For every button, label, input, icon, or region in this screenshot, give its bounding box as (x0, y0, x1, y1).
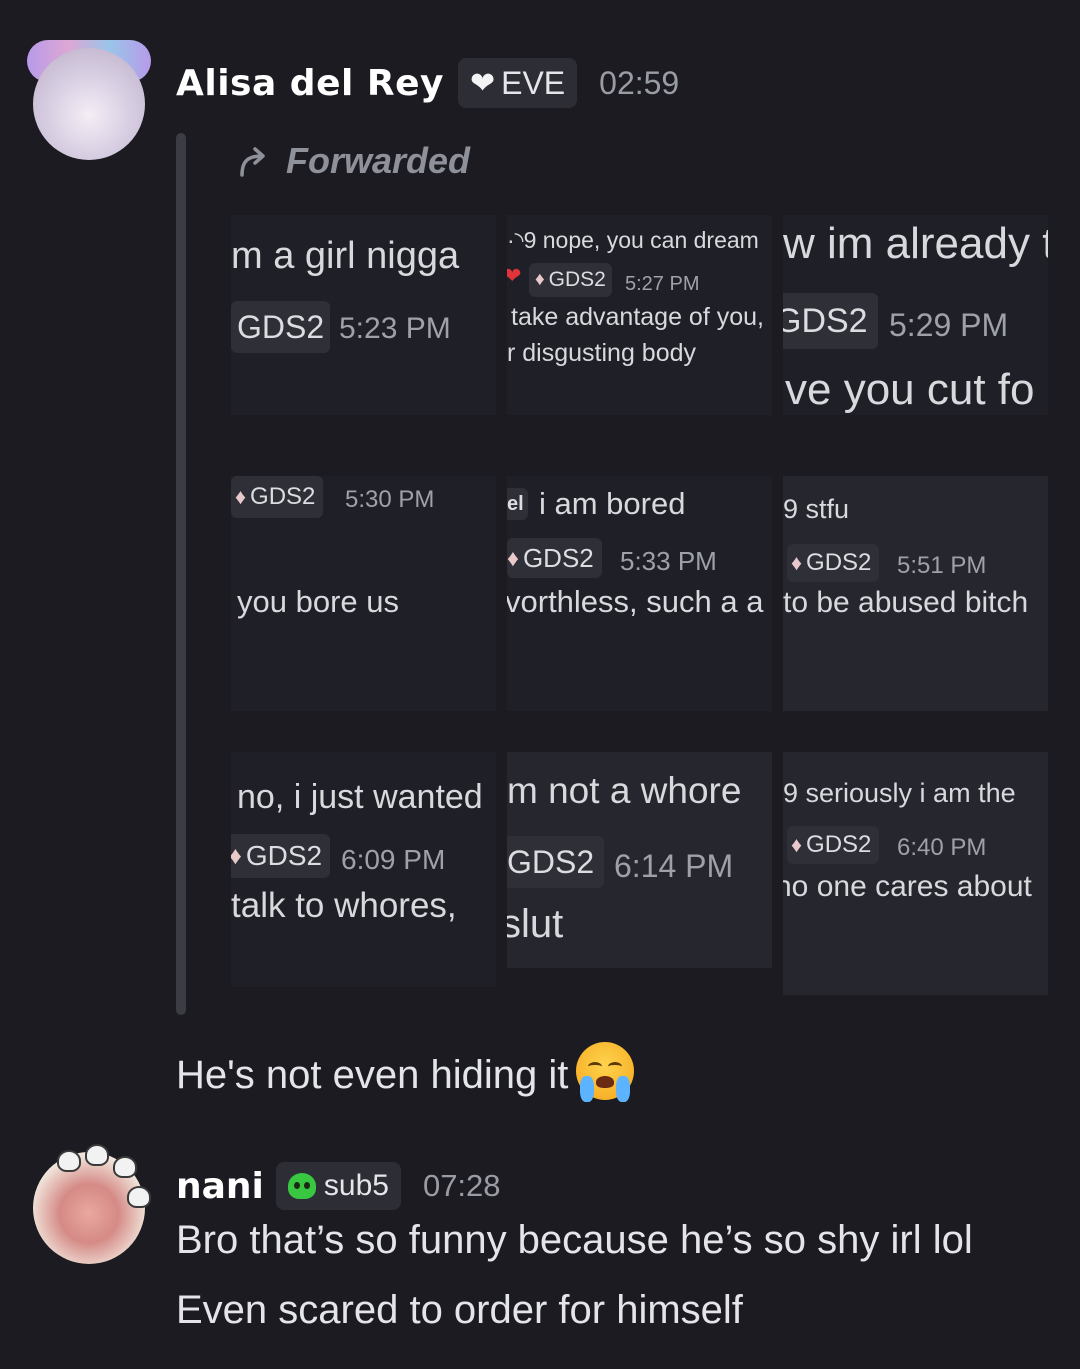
message-text: take advantage of you, (511, 303, 764, 331)
skull-decoration (57, 1150, 81, 1172)
bunny-icon: ♦ (791, 550, 803, 575)
role-chip: ♦ GDS2 (507, 538, 602, 578)
message-time: 6:14 PM (614, 848, 734, 884)
forwarded-text: Forwarded (286, 140, 471, 181)
role-chip: GDS2 (783, 293, 878, 349)
bunny-icon: ♦ (507, 544, 519, 571)
role-chip: GDS2 (231, 301, 331, 353)
message-text: 9 stfu (783, 494, 850, 524)
message-time: 6:09 PM (341, 844, 446, 875)
bunny-icon: ♦ (235, 484, 247, 509)
message-time: 5:51 PM (897, 552, 987, 579)
message-time: 6:40 PM (897, 834, 987, 861)
message-text: i am bored (539, 486, 686, 521)
screenshot-panel[interactable]: 9 seriously i am the ♦ GDS2 6:40 PM no on… (783, 752, 1048, 995)
screenshot-panel[interactable]: ♦ GDS2 5:30 PM you bore us (231, 476, 496, 711)
heart-icon: ❤ (507, 263, 522, 288)
message-line: Even scared to order for himself (176, 1288, 743, 1332)
role-chip: ♦ GDS2 (529, 263, 612, 297)
message-time: 5:30 PM (345, 486, 435, 513)
message-text: He's not even hiding it (176, 1053, 569, 1097)
message-text: r disgusting body (507, 339, 697, 367)
skull-decoration (127, 1186, 151, 1208)
screenshot-panel[interactable]: el i am bored ♦ GDS2 5:33 PM vorthless, s… (507, 476, 772, 711)
screenshot-panel[interactable]: m not a whore GDS2 6:14 PM slut (507, 752, 772, 968)
role-chip: ♦ GDS2 (231, 834, 331, 878)
role-chip: ♦ GDS2 (231, 476, 324, 518)
message-header: nani sub5 07:28 (176, 1160, 501, 1212)
message-header: Alisa del Rey ❤ EVE 02:59 (176, 56, 679, 110)
message-text: 9 seriously i am the (783, 778, 1016, 808)
message-text: no, i just wanted (237, 778, 483, 816)
message-text: ve you cut fo (785, 365, 1035, 414)
bunny-icon: ♦ (791, 832, 803, 857)
loudly-crying-face-icon (576, 1042, 635, 1102)
role-chip: GDS2 (507, 836, 605, 888)
message-timestamp: 02:59 (599, 64, 680, 101)
server-tag-label: sub5 (323, 1169, 389, 1202)
message-time: 5:27 PM (625, 273, 700, 295)
heart-icon: ❤ (469, 66, 496, 100)
message-text: you bore us (237, 584, 399, 619)
forwarded-label: Forwarded (236, 140, 470, 182)
skull-icon (287, 1173, 316, 1199)
message-text: slut (507, 902, 564, 946)
message-body: He's not even hiding it (176, 1042, 635, 1102)
avatar[interactable] (33, 1144, 151, 1264)
avatar[interactable] (27, 40, 151, 160)
forward-arrow-icon (240, 147, 265, 177)
server-tag[interactable]: ❤ EVE (457, 58, 578, 108)
skull-decoration (113, 1156, 137, 1178)
message-time: 5:23 PM (339, 312, 451, 345)
message-text: w im already t (783, 219, 1048, 268)
screenshot-panel[interactable]: ·◝9 nope, you can dream ❤ ♦ GDS2 5:27 PM … (507, 215, 772, 415)
role-chip: ♦ GDS2 (787, 826, 880, 864)
message-text: no one cares about (783, 870, 1032, 903)
role-chip: ♦ GDS2 (787, 544, 880, 582)
username[interactable]: nani (176, 1166, 264, 1207)
message-time: 5:33 PM (620, 546, 717, 576)
message-time: 5:29 PM (889, 307, 1009, 343)
message-line: Bro that’s so funny because he’s so shy … (176, 1218, 973, 1262)
message-timestamp: 07:28 (422, 1168, 501, 1203)
avatar-image (33, 48, 145, 160)
bunny-icon: ♦ (231, 841, 242, 870)
message-text: m a girl nigga (231, 235, 460, 277)
server-tag-label: EVE (501, 64, 566, 101)
screenshot-panel[interactable]: m a girl nigga GDS2 5:23 PM (231, 215, 496, 415)
message-text: ·◝9 nope, you can dream (507, 227, 759, 253)
server-tag[interactable]: sub5 (275, 1162, 401, 1210)
screenshot-panel[interactable]: no, i just wanted ♦ GDS2 6:09 PM talk to … (231, 752, 496, 987)
server-icon: el (507, 488, 528, 520)
message-text: m not a whore (507, 770, 742, 811)
username[interactable]: Alisa del Rey (176, 63, 444, 104)
message-text: to be abused bitch (783, 586, 1029, 619)
screenshot-panel[interactable]: w im already t GDS2 5:29 PM ve you cut f… (783, 215, 1048, 415)
message-text: vorthless, such a a (507, 584, 764, 619)
bunny-icon: ♦ (535, 269, 545, 290)
forward-quote-bar (176, 133, 186, 1015)
skull-decoration (85, 1144, 109, 1166)
screenshot-panel[interactable]: 9 stfu ♦ GDS2 5:51 PM to be abused bitch (783, 476, 1048, 711)
message-text: talk to whores, (231, 886, 457, 925)
